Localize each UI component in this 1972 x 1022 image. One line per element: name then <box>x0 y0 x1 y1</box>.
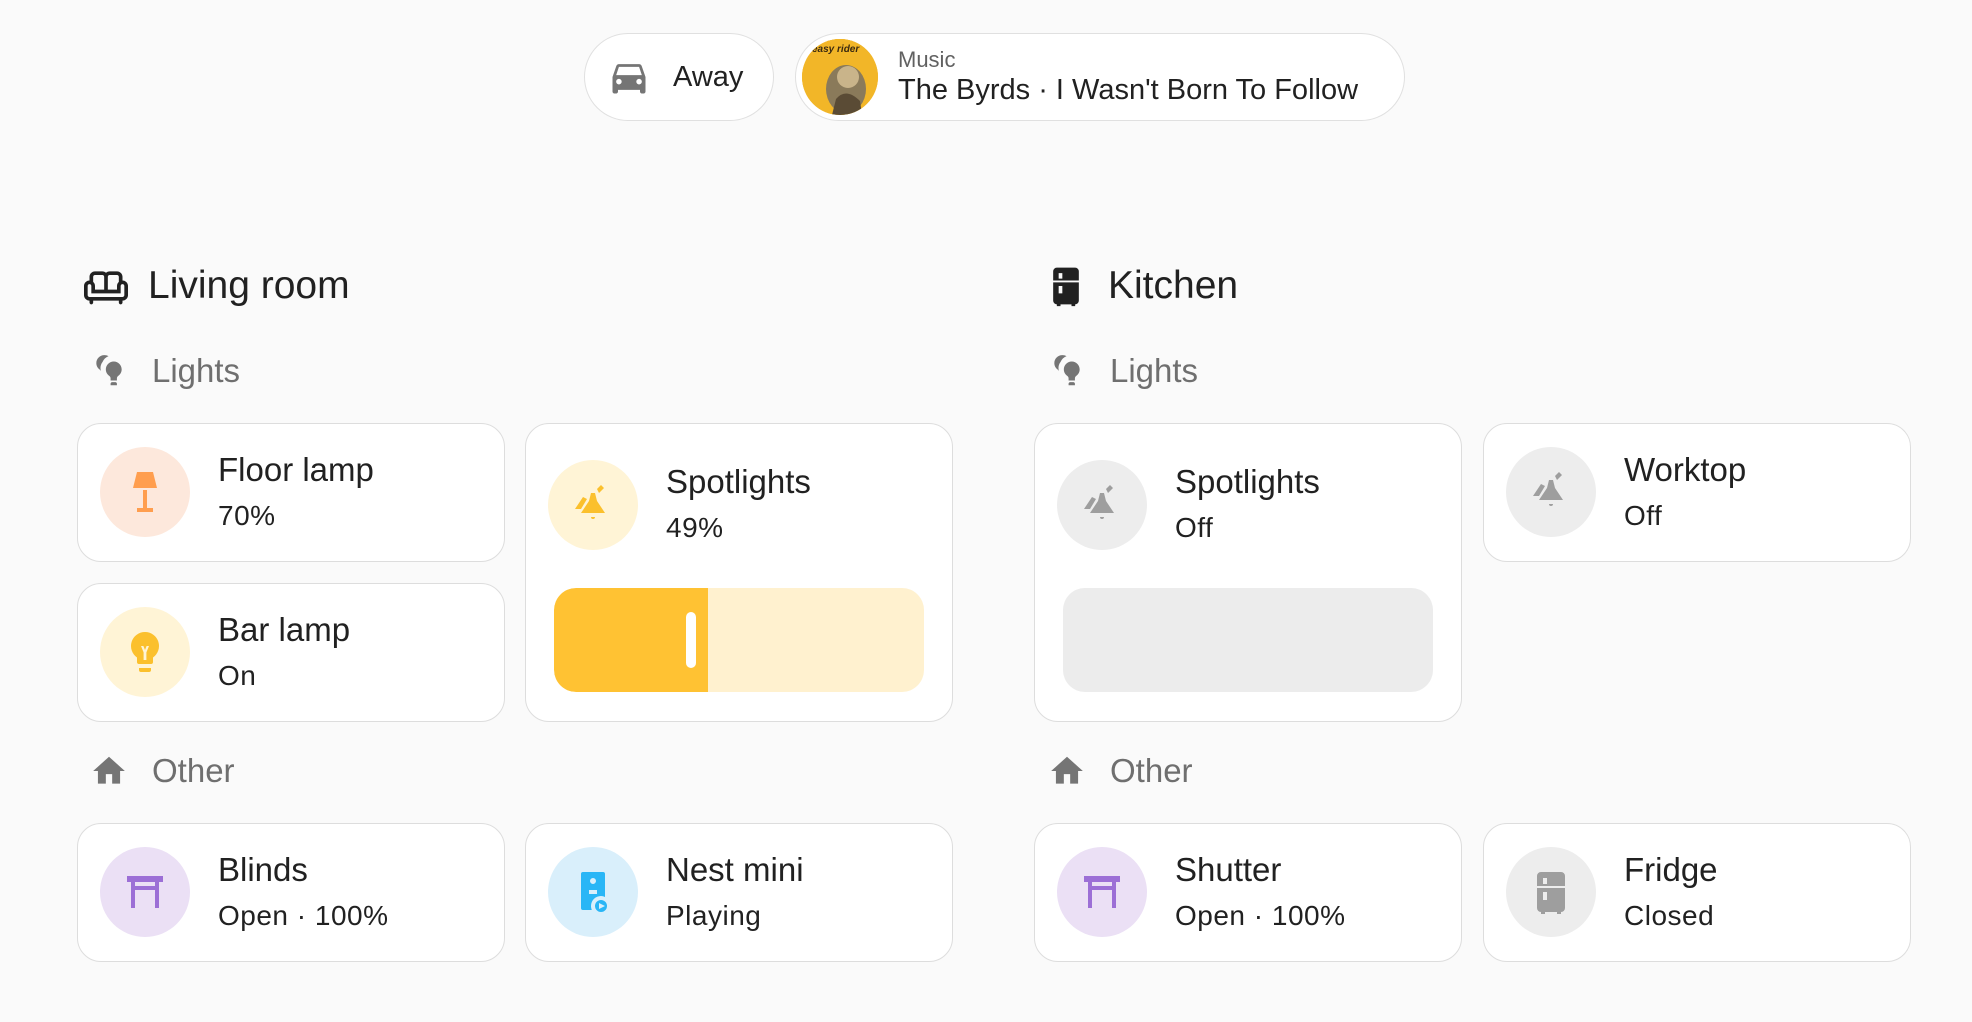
tile-fridge[interactable]: Fridge Closed <box>1483 823 1911 962</box>
brightness-slider[interactable] <box>1063 588 1433 692</box>
tile-state: 49% <box>666 512 724 543</box>
speaker-icon-circle[interactable] <box>548 847 638 937</box>
tile-state: Open · 100% <box>1175 900 1346 931</box>
music-title: The Byrds · I Wasn't Born To Follow <box>898 74 1359 106</box>
tile-state: Closed <box>1624 900 1715 931</box>
brightness-slider-fill <box>554 588 708 692</box>
worktop-icon-circle[interactable] <box>1506 447 1596 537</box>
area-living-room: Living room <box>84 264 350 308</box>
group-title-lights: Lights <box>152 352 241 389</box>
group-title-other: Other <box>152 752 235 789</box>
tile-name: Floor lamp <box>218 451 374 488</box>
spotlight-icon <box>1533 472 1563 506</box>
tile-name: Spotlights <box>666 463 811 500</box>
tile-state: Off <box>1624 500 1663 531</box>
sofa-icon <box>84 271 128 305</box>
brightness-slider[interactable] <box>554 588 924 692</box>
fridge-icon-circle[interactable] <box>1506 847 1596 937</box>
tile-name: Blinds <box>218 851 308 888</box>
tile-spotlights-living[interactable]: Spotlights 49% <box>525 423 953 722</box>
bar-lamp-icon-circle[interactable] <box>100 607 190 697</box>
tile-floor-lamp[interactable]: Floor lamp 70% <box>77 423 505 562</box>
floor-lamp-icon <box>133 472 157 512</box>
lightbulb-icon <box>131 632 159 672</box>
lightbulb-group-icon <box>96 355 122 386</box>
blinds-icon-circle[interactable] <box>100 847 190 937</box>
blinds-icon <box>1084 876 1120 908</box>
area-title-kitchen: Kitchen <box>1108 264 1239 307</box>
group-title-lights: Lights <box>1110 352 1199 389</box>
lightbulb-group-icon <box>1054 355 1080 386</box>
spotlight-icon <box>575 485 605 519</box>
album-art: easy rider <box>802 39 878 115</box>
tile-name: Bar lamp <box>218 611 351 648</box>
tile-name: Fridge <box>1624 851 1718 888</box>
car-icon <box>612 64 646 94</box>
shutter-icon-circle[interactable] <box>1057 847 1147 937</box>
tile-name: Shutter <box>1175 851 1282 888</box>
tile-state: Off <box>1175 512 1214 543</box>
tile-state: Open · 100% <box>218 900 389 931</box>
tile-name: Worktop <box>1624 451 1747 488</box>
tile-nest-mini[interactable]: Nest mini Playing <box>525 823 953 962</box>
fridge-icon <box>1053 267 1079 307</box>
tile-state: On <box>218 660 257 691</box>
home-icon <box>93 756 125 784</box>
area-kitchen: Kitchen <box>1044 264 1238 308</box>
area-title-living-room: Living room <box>148 264 350 307</box>
tile-blinds[interactable]: Blinds Open · 100% <box>77 823 505 962</box>
music-label: Music <box>898 47 956 72</box>
spotlight-icon <box>1084 485 1114 519</box>
group-other-living: Other <box>90 752 235 790</box>
tile-name: Nest mini <box>666 851 804 888</box>
tile-bar-lamp[interactable]: Bar lamp On <box>77 583 505 722</box>
tile-shutter[interactable]: Shutter Open · 100% <box>1034 823 1462 962</box>
away-badge[interactable]: Away <box>584 33 774 121</box>
group-lights-kitchen: Lights <box>1048 352 1198 390</box>
tile-state: Playing <box>666 900 762 931</box>
home-icon <box>1051 756 1083 784</box>
tile-spotlights-kitchen[interactable]: Spotlights Off <box>1034 423 1462 722</box>
brightness-slider-handle[interactable] <box>686 612 696 668</box>
floor-lamp-icon-circle[interactable] <box>100 447 190 537</box>
spotlights-icon-circle[interactable] <box>548 460 638 550</box>
group-title-other: Other <box>1110 752 1193 789</box>
music-badge[interactable]: easy rider Music The Byrds · I Wasn't Bo… <box>795 33 1405 121</box>
album-art-text: easy rider <box>812 44 860 55</box>
tile-state: 70% <box>218 500 276 531</box>
away-label: Away <box>673 60 744 93</box>
fridge-icon <box>1537 872 1565 914</box>
group-lights-living: Lights <box>90 352 240 390</box>
blinds-icon <box>127 876 163 908</box>
group-other-kitchen: Other <box>1048 752 1193 790</box>
tile-worktop[interactable]: Worktop Off <box>1483 423 1911 562</box>
speaker-icon <box>581 872 607 912</box>
tile-name: Spotlights <box>1175 463 1320 500</box>
spotlights-icon-circle[interactable] <box>1057 460 1147 550</box>
